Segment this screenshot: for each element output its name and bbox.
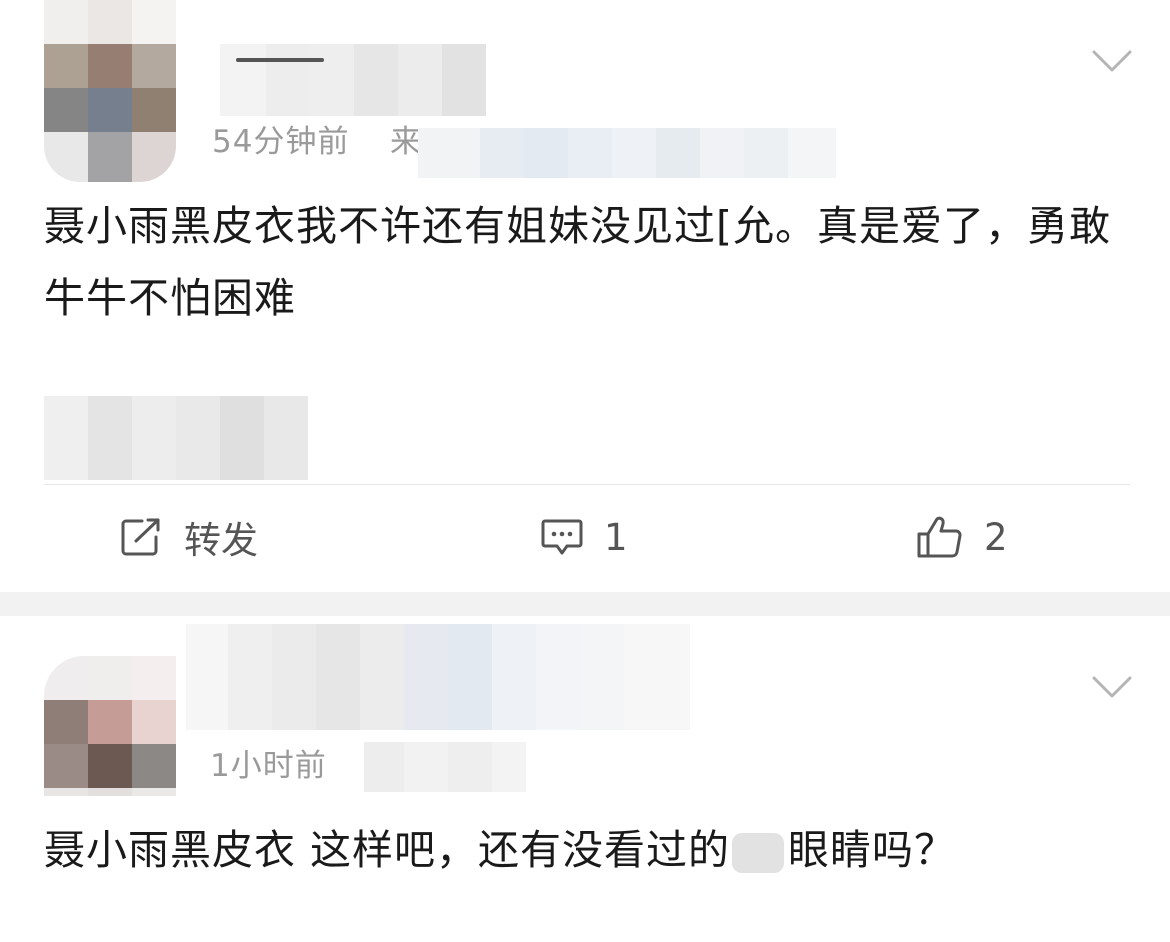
weibo-post-2: 1小时前 聂小雨黑皮衣 这样吧，还有没看过的 眼睛吗？ bbox=[0, 616, 1170, 942]
thumbs-up-icon bbox=[917, 516, 962, 558]
comment-count: 1 bbox=[604, 515, 628, 559]
emoji-blurred bbox=[732, 833, 785, 873]
post-text-before-blur: 聂小雨黑皮衣 这样吧，还有没看过的 bbox=[44, 826, 731, 874]
action-divider bbox=[44, 484, 1130, 485]
post-time: 54分钟前 bbox=[212, 124, 350, 160]
post-text: 聂小雨黑皮衣我不许还有姐妹没见过[允。真是爱了，勇敢牛牛不怕困难 bbox=[44, 202, 1111, 322]
repost-button[interactable]: 转发 bbox=[120, 506, 258, 568]
chevron-down-icon[interactable] bbox=[1090, 46, 1134, 76]
username-blurred[interactable] bbox=[186, 624, 690, 730]
post-text-after-blur: 眼睛吗？ bbox=[788, 826, 957, 874]
source-blurred[interactable] bbox=[418, 128, 836, 178]
source-blurred[interactable] bbox=[364, 742, 526, 792]
username-stroke-remnant bbox=[236, 58, 324, 62]
repost-label: 转发 bbox=[184, 519, 258, 562]
weibo-post-1: 54分钟前 来 聂小雨黑皮衣我不许还有姐妹没见过[允。真是爱了，勇敢牛牛不怕困难 bbox=[0, 0, 1170, 592]
avatar[interactable] bbox=[44, 656, 176, 796]
comment-bubble-icon bbox=[541, 519, 583, 555]
post-time: 1小时前 bbox=[210, 748, 327, 784]
media-blurred[interactable] bbox=[44, 396, 308, 480]
like-button[interactable]: 2 bbox=[916, 506, 1008, 568]
comment-button[interactable]: 1 bbox=[540, 506, 628, 568]
post-text: 聂小雨黑皮衣 这样吧，还有没看过的 眼睛吗？ bbox=[44, 814, 1134, 886]
edit-share-icon bbox=[121, 518, 160, 556]
like-count: 2 bbox=[984, 515, 1008, 559]
username-blurred[interactable] bbox=[220, 44, 486, 116]
chevron-down-icon[interactable] bbox=[1090, 672, 1134, 702]
post-separator bbox=[0, 592, 1170, 616]
avatar[interactable] bbox=[44, 0, 176, 182]
